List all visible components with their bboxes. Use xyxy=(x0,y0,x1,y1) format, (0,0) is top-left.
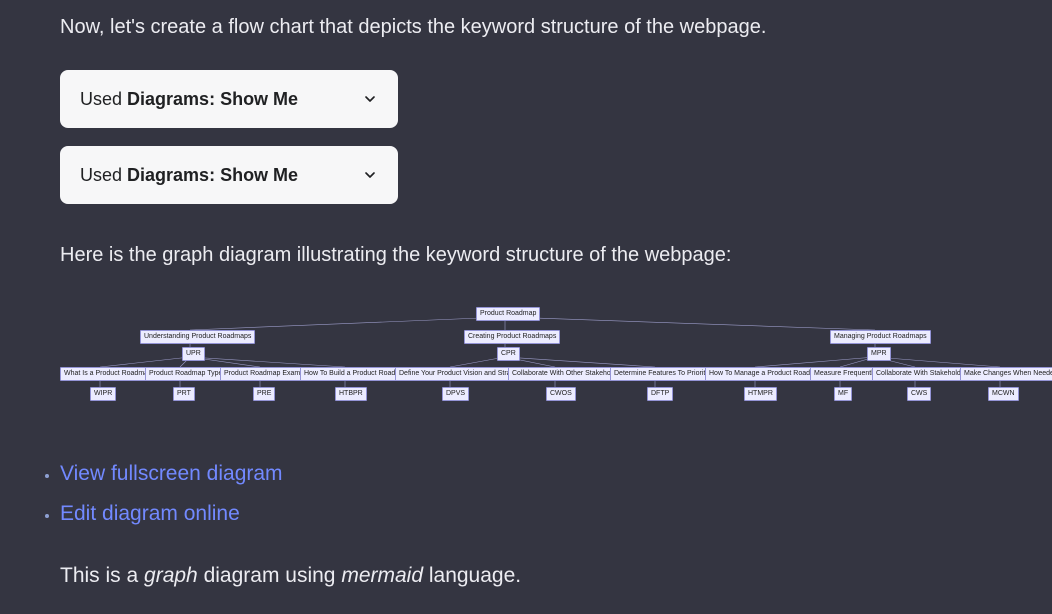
graph-leaf: Measure Frequently xyxy=(810,367,880,381)
graph-leaf-code: DPVS xyxy=(442,387,469,401)
graph-leaf-code: MF xyxy=(834,387,852,401)
graph-node: Managing Product Roadmaps xyxy=(830,330,931,344)
graph-leaf-code: DFTP xyxy=(647,387,673,401)
edit-diagram-link[interactable]: Edit diagram online xyxy=(60,502,240,525)
graph-node-root: Product Roadmap xyxy=(476,307,540,321)
graph-leaf-code: HTMPR xyxy=(744,387,777,401)
plugin-call-card[interactable]: Used Diagrams: Show Me xyxy=(60,70,398,128)
graph-leaf: Product Roadmap Types xyxy=(145,367,230,381)
footer-paragraph: This is a graph diagram using mermaid la… xyxy=(60,560,992,592)
action-links-list: View fullscreen diagram Edit diagram onl… xyxy=(60,462,992,526)
graph-node-code: UPR xyxy=(182,347,205,361)
result-intro-paragraph: Here is the graph diagram illustrating t… xyxy=(60,240,992,270)
graph-leaf-code: HTBPR xyxy=(335,387,367,401)
list-item: View fullscreen diagram xyxy=(60,462,992,486)
view-fullscreen-link[interactable]: View fullscreen diagram xyxy=(60,462,283,485)
assistant-message: Now, let's create a flow chart that depi… xyxy=(0,0,1052,592)
mermaid-graph-diagram: Product Roadmap Understanding Product Ro… xyxy=(60,302,1050,422)
graph-node-code: CPR xyxy=(497,347,520,361)
graph-edges xyxy=(60,302,1050,422)
intro-paragraph: Now, let's create a flow chart that depi… xyxy=(60,12,992,42)
graph-leaf-code: CWS xyxy=(907,387,931,401)
graph-node: Creating Product Roadmaps xyxy=(464,330,560,344)
graph-node-code: MPR xyxy=(867,347,891,361)
plugin-call-label: Used Diagrams: Show Me xyxy=(80,165,298,186)
chevron-down-icon xyxy=(362,91,378,107)
plugin-call-card[interactable]: Used Diagrams: Show Me xyxy=(60,146,398,204)
graph-leaf: Determine Features To Prioritize xyxy=(610,367,718,381)
graph-leaf-code: CWOS xyxy=(546,387,576,401)
graph-node: Understanding Product Roadmaps xyxy=(140,330,255,344)
list-item: Edit diagram online xyxy=(60,502,992,526)
chevron-down-icon xyxy=(362,167,378,183)
graph-leaf-code: MCWN xyxy=(988,387,1019,401)
graph-leaf-code: PRE xyxy=(253,387,275,401)
plugin-call-label: Used Diagrams: Show Me xyxy=(80,89,298,110)
graph-leaf-code: WIPR xyxy=(90,387,116,401)
graph-leaf-code: PRT xyxy=(173,387,195,401)
graph-leaf: Make Changes When Needed xyxy=(960,367,1052,381)
